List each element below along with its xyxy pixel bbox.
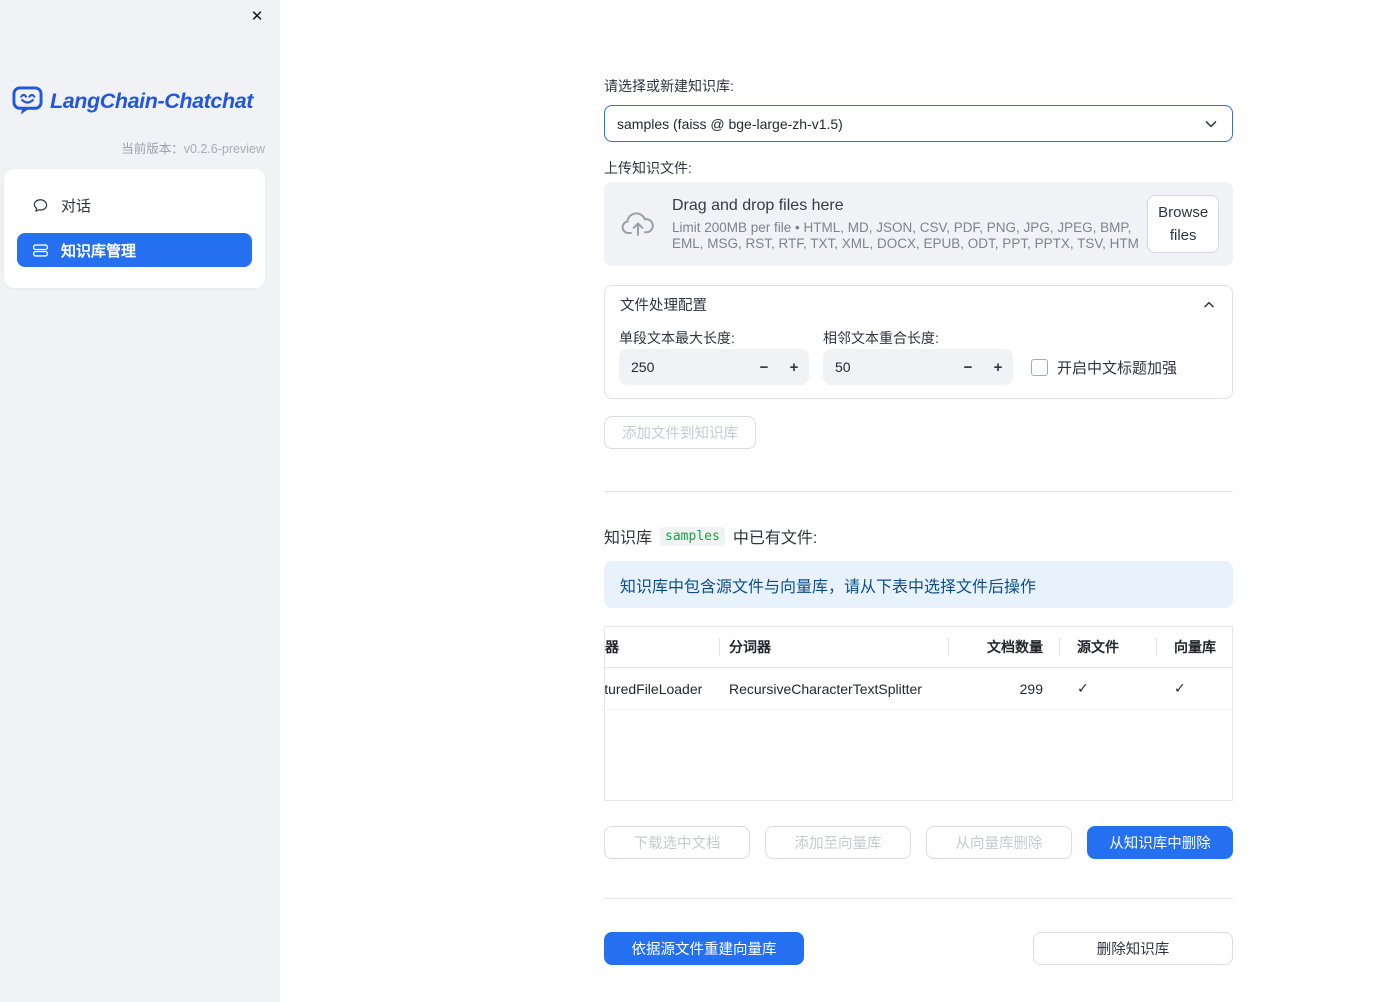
file-dropzone[interactable]: Drag and drop files here Limit 200MB per… [604,182,1233,266]
divider [604,491,1233,492]
cell-loader: UnstructuredFileLoader [605,680,703,697]
kb-files-prefix: 知识库 [604,530,653,547]
column-header-vector-store[interactable]: 向量库 [1156,627,1232,667]
logo-text: LangChain-Chatchat [50,88,254,113]
sidebar-item-label: 对话 [61,197,92,215]
chevron-down-icon [1202,115,1220,133]
column-header-source-file[interactable]: 源文件 [1059,627,1156,667]
zh-title-enhance-checkbox[interactable]: 开启中文标题加强 [1031,357,1177,378]
file-config-expander: 文件处理配置 单段文本最大长度: 相邻文本重合长度: 250 − + 50 − … [604,285,1233,399]
info-alert-text: 知识库中包含源文件与向量库，请从下表中选择文件后操作 [620,578,1037,596]
cell-splitter: RecursiveCharacterTextSplitter [729,680,922,697]
info-alert: 知识库中包含源文件与向量库，请从下表中选择文件后操作 [604,561,1233,608]
column-header-loader[interactable]: 文档加载器 [605,627,719,667]
cell-doc-count: 299 [1019,680,1043,697]
chunk-overlap-label: 相邻文本重合长度: [823,330,939,346]
delete-kb-button[interactable]: 删除知识库 [1033,932,1233,965]
sidebar-item-label: 知识库管理 [61,242,137,260]
column-header-doc-count[interactable]: 文档数量 [948,627,1059,667]
kb-name-code: samples [660,526,725,546]
cloud-upload-icon [620,210,656,238]
sidebar-item-chat[interactable]: 对话 [17,188,252,222]
delete-from-vector-store-button[interactable]: 从向量库删除 [926,826,1072,859]
chunk-overlap-value[interactable]: 50 [823,359,953,375]
chunk-size-label: 单段文本最大长度: [619,330,735,346]
expander-header[interactable]: 文件处理配置 [605,286,1232,323]
download-selected-button[interactable]: 下载选中文档 [604,826,750,859]
chevron-up-icon [1201,297,1217,313]
cell-source-check: ✓ [1077,680,1089,696]
app-logo: LangChain-Chatchat [12,86,253,116]
sidebar-item-kb-management[interactable]: 知识库管理 [17,233,252,267]
rebuild-vector-store-button[interactable]: 依据源文件重建向量库 [604,932,804,965]
column-header-splitter[interactable]: 分词器 [719,627,948,667]
minus-icon[interactable]: − [953,359,983,376]
files-table: 文档加载器 分词器 文档数量 源文件 向量库 UnstructuredFileL… [604,626,1233,801]
plus-icon[interactable]: + [983,359,1013,376]
close-sidebar-icon[interactable]: ✕ [247,7,267,27]
kb-select-label: 请选择或新建知识库: [604,78,734,94]
divider [604,898,1233,899]
sidebar-menu: 对话 知识库管理 [4,169,265,288]
minus-icon[interactable]: − [749,359,779,376]
kb-select-value: samples (faiss @ bge-large-zh-v1.5) [617,115,843,132]
add-files-to-kb-button[interactable]: 添加文件到知识库 [604,416,756,449]
expander-title: 文件处理配置 [620,298,707,314]
table-header-row: 文档加载器 分词器 文档数量 源文件 向量库 [605,627,1232,668]
kb-files-suffix: 中已有文件: [732,530,818,547]
kb-files-heading: 知识库 samples 中已有文件: [604,524,817,548]
checkbox-label: 开启中文标题加强 [1057,360,1178,377]
delete-from-kb-button[interactable]: 从知识库中删除 [1087,826,1233,859]
file-actions-row: 下载选中文档 添加至向量库 从向量库删除 从知识库中删除 [604,826,1233,859]
main-content: 请选择或新建知识库: samples (faiss @ bge-large-zh… [604,0,1233,1002]
upload-label: 上传知识文件: [604,160,692,176]
chat-bubble-icon [32,197,49,214]
stacked-cards-icon [32,242,49,259]
version-info: 当前版本：v0.2.6-preview [121,142,265,156]
sidebar: ✕ LangChain-Chatchat 当前版本：v0.2.6-preview… [0,0,280,1002]
drop-instruction: Drag and drop files here [672,196,844,214]
chunk-overlap-input: 50 − + [823,349,1013,385]
chunk-size-input: 250 − + [619,349,809,385]
plus-icon[interactable]: + [779,359,809,376]
add-to-vector-store-button[interactable]: 添加至向量库 [765,826,911,859]
drop-limit-text: Limit 200MB per file • HTML, MD, JSON, C… [672,219,1139,251]
logo-smiley-chat-icon [12,86,43,116]
kb-select[interactable]: samples (faiss @ bge-large-zh-v1.5) [604,105,1233,142]
table-row[interactable]: UnstructuredFileLoader RecursiveCharacte… [605,668,1232,710]
cell-vector-check: ✓ [1174,680,1186,696]
checkbox-box[interactable] [1031,359,1048,376]
dropzone-text: Drag and drop files here Limit 200MB per… [672,197,1147,252]
chunk-size-value[interactable]: 250 [619,359,749,375]
browse-files-button[interactable]: Browse files [1147,195,1219,253]
